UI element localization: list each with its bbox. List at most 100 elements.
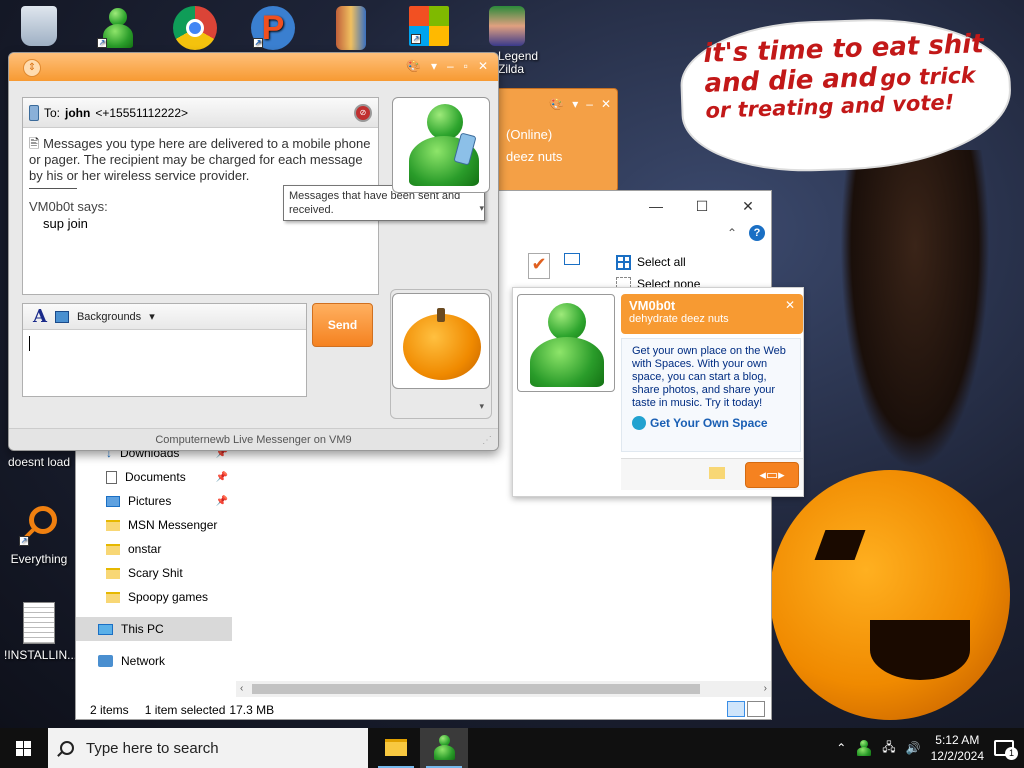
my-picture-dropdown[interactable]: ▾	[479, 401, 484, 412]
notification-count: 1	[1005, 747, 1018, 760]
background-messenger-window[interactable]: 🎨 ▾ – ✕ (Online) deez nuts	[495, 88, 618, 192]
nav-label: Documents	[125, 470, 186, 484]
clock[interactable]: 5:12 AM 12/2/2024	[931, 732, 984, 764]
message-input[interactable]	[29, 336, 30, 351]
archive-icon[interactable]	[316, 6, 386, 54]
view-buttons	[727, 701, 765, 717]
select-all-button[interactable]: Select all	[616, 251, 700, 273]
nav-item-network[interactable]: Network	[76, 649, 232, 673]
details-view-icon[interactable]	[727, 701, 745, 717]
font-icon[interactable]: A	[33, 306, 47, 327]
contact-card: VM0b0t dehydrate deez nuts ✕ Get your ow…	[512, 287, 804, 497]
nav-label: onstar	[128, 542, 162, 556]
volume-icon[interactable]: 🔊	[906, 741, 921, 755]
collapse-ribbon-icon[interactable]: ⌃	[727, 226, 737, 240]
contact-action-button[interactable]: ◂▭▸	[745, 462, 799, 488]
selection-count: 1 item selected	[144, 703, 226, 717]
nav-item-onstar[interactable]: onstar	[76, 537, 232, 561]
everything-label: Everything	[10, 552, 68, 566]
maximize-button[interactable]: ☐	[679, 191, 725, 221]
ribbon-icons: ✔	[528, 253, 580, 279]
pumpkin-stem	[437, 308, 445, 322]
explorer-status-bar: 2 items 1 item selected 17.3 MB	[90, 703, 274, 717]
chevron-down-icon[interactable]: ▾	[431, 59, 437, 73]
bg-status-text[interactable]: (Online)	[506, 127, 552, 142]
start-button[interactable]	[0, 728, 48, 768]
ribbon-controls: ⌃ ?	[727, 225, 765, 241]
mobile-notice: 🖹 Messages you type here are delivered t…	[23, 128, 378, 188]
contact-picture-dropdown[interactable]: ▾	[479, 203, 484, 214]
scrollbar-thumb[interactable]	[252, 684, 700, 694]
chevron-down-icon[interactable]: ▾	[572, 97, 578, 111]
maximize-icon[interactable]: ▫	[464, 59, 468, 73]
help-icon[interactable]: ?	[749, 225, 765, 241]
wallpaper-pumpkin	[770, 470, 1010, 720]
nav-label: Pictures	[128, 494, 172, 508]
nav-item-this-pc[interactable]: This PC	[76, 617, 232, 641]
nav-item-spoopy-games[interactable]: Spoopy games	[76, 585, 232, 609]
folder-icon	[106, 567, 120, 579]
recipient-name[interactable]: john	[65, 106, 90, 120]
bubble-line-2b: go trick	[879, 63, 976, 92]
view-layout-icon[interactable]	[564, 253, 580, 265]
window-menu-button[interactable]: ⇕	[23, 59, 41, 77]
nav-item-msn-messenger[interactable]: MSN Messenger	[76, 513, 232, 537]
messenger-conversation-window: ⇕ 🎨 ▾ – ▫ ✕ To: john <+15551112222> ⊘ 🖹 …	[8, 52, 499, 451]
contact-card-footer: ◂▭▸	[621, 458, 803, 490]
minimize-icon[interactable]: –	[447, 59, 454, 73]
backgrounds-icon	[54, 310, 69, 323]
paint-icon[interactable]: 🎨	[549, 97, 564, 111]
nav-label: Scary Shit	[128, 566, 183, 580]
network-tray-icon[interactable]: 🖧	[882, 738, 895, 759]
recipient-bar: To: john <+15551112222> ⊘	[23, 98, 378, 128]
windows-logo-icon[interactable]: ↗	[394, 6, 464, 50]
nav-item-pictures[interactable]: Pictures 📌	[76, 489, 232, 513]
clock-time: 5:12 AM	[935, 733, 980, 747]
minimize-button[interactable]: —	[633, 191, 679, 221]
chrome-icon[interactable]	[160, 6, 230, 54]
nav-item-documents[interactable]: Documents 📌	[76, 465, 232, 489]
taskbar-msn-messenger[interactable]	[420, 728, 468, 768]
close-icon[interactable]: ✕	[785, 298, 795, 312]
folder-icon	[106, 519, 120, 531]
shared-folder-icon[interactable]	[709, 467, 725, 479]
everything-search-icon[interactable]: ↗ Everything	[4, 504, 74, 566]
taskbar-file-explorer[interactable]	[372, 728, 420, 768]
msn-tray-icon[interactable]	[856, 740, 872, 756]
spaces-promo-text: Get your own place on the Web with Space…	[632, 345, 786, 409]
selection-size: 17.3 MB	[229, 703, 275, 717]
bubble-line-1: it's time to eat shit	[702, 29, 985, 69]
close-icon[interactable]: ✕	[601, 97, 611, 111]
doesnt-load-icon[interactable]: doesnt load	[4, 455, 74, 469]
wallpaper-tree	[840, 150, 990, 470]
scroll-left-icon[interactable]: ‹	[240, 681, 243, 697]
minimize-icon[interactable]: –	[586, 97, 593, 111]
nav-label: Network	[121, 654, 166, 668]
get-space-link[interactable]: Get Your Own Space	[632, 416, 790, 430]
close-icon[interactable]: ✕	[478, 59, 488, 73]
text-file-icon[interactable]: !INSTALLIN...	[4, 602, 77, 662]
p-app-icon[interactable]: P ↗	[238, 6, 308, 54]
backgrounds-button[interactable]: Backgrounds	[77, 311, 141, 323]
nav-item-scary-shit[interactable]: Scary Shit	[76, 561, 232, 585]
my-display-picture[interactable]	[392, 293, 490, 389]
mobile-phone-icon	[29, 104, 39, 121]
close-button[interactable]: ✕	[725, 191, 771, 221]
action-center-icon[interactable]: 1	[994, 740, 1018, 760]
recycle-bin-icon[interactable]	[4, 6, 74, 50]
properties-check-icon[interactable]: ✔	[528, 253, 550, 279]
taskbar-search-box[interactable]: Type here to search	[48, 728, 368, 768]
scroll-right-icon[interactable]: ›	[764, 681, 767, 697]
large-icons-view-icon[interactable]	[747, 701, 765, 717]
chevron-down-icon[interactable]: ▾	[149, 310, 155, 323]
send-button[interactable]: Send	[312, 303, 373, 347]
block-icon[interactable]: ⊘	[354, 104, 372, 122]
show-hidden-icons-chevron-icon[interactable]: ⌃	[836, 741, 846, 755]
network-icon	[98, 655, 113, 667]
msn-shortcut-icon[interactable]: ↗	[82, 6, 152, 54]
clock-date: 12/2/2024	[930, 749, 984, 763]
horizontal-scrollbar[interactable]: ‹ ›	[236, 681, 771, 697]
resize-grip-icon[interactable]: ⋰	[482, 435, 492, 446]
bg-message-text[interactable]: deez nuts	[506, 149, 562, 164]
paint-icon[interactable]: 🎨	[406, 59, 421, 73]
